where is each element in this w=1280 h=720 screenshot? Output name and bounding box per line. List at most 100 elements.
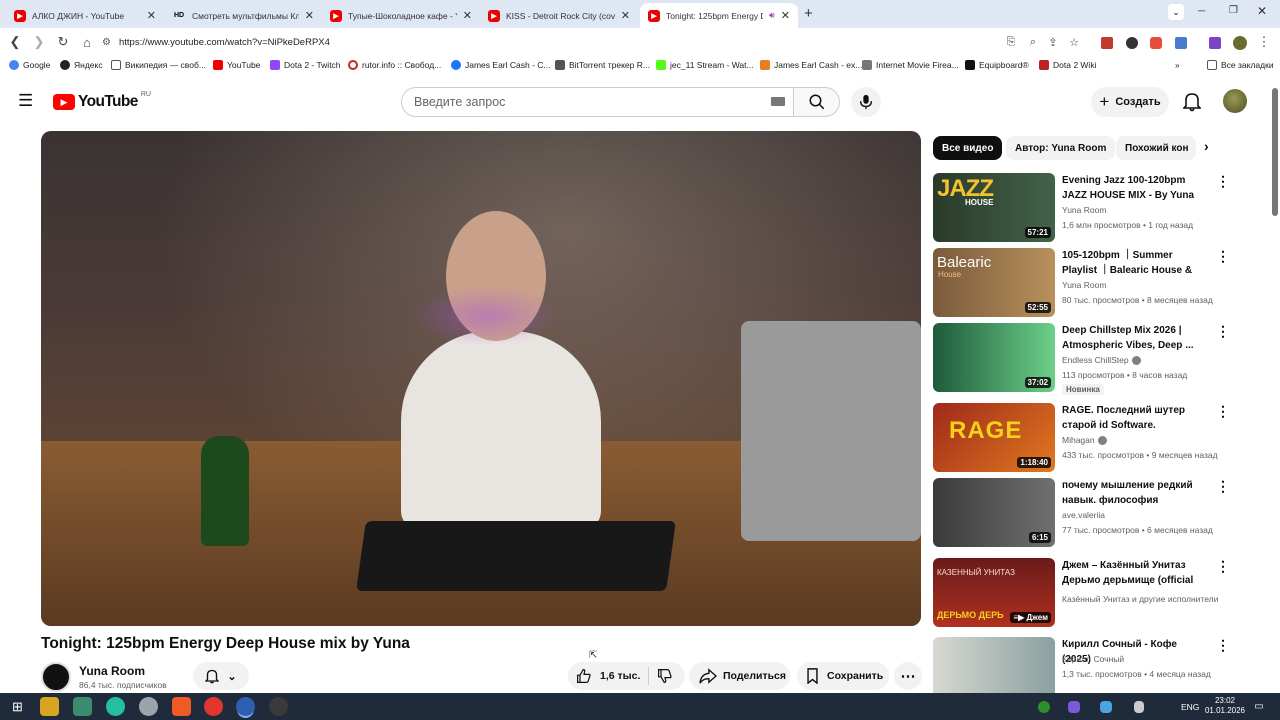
bookmark-item[interactable]: Internet Movie Firea... — [862, 60, 959, 70]
search-button[interactable] — [794, 87, 840, 117]
windows-start-icon[interactable]: ⊞ — [8, 697, 27, 716]
vivaldi-icon[interactable] — [204, 697, 223, 716]
channel-name[interactable]: Yuna Room — [79, 664, 145, 678]
recommendation-item[interactable]: 37:02 Deep Chillstep Mix 2026 | Atmosphe… — [933, 323, 1273, 395]
bookmark-item[interactable]: Google — [9, 60, 50, 70]
recommendation-item[interactable]: КАЗЕННЫЙ УНИТАЗ ДЕРЬМО ДЕРЬ ≡▶ Джем Джем… — [933, 558, 1273, 628]
thumbnail[interactable]: Balearic House 52:55 — [933, 248, 1055, 317]
recommendation-item[interactable]: RAGE 1:18:40 RAGE. Последний шутер старо… — [933, 403, 1273, 473]
share-icon[interactable]: ⇪ — [1046, 28, 1060, 56]
save-button[interactable]: Сохранить — [797, 662, 889, 690]
back-icon[interactable]: ❮ — [6, 28, 24, 56]
channel-avatar[interactable] — [41, 662, 71, 692]
bookmark-item[interactable]: Википедия — своб... — [111, 60, 206, 70]
brave-icon[interactable] — [172, 697, 191, 716]
zoom-icon[interactable]: ⌕ — [1026, 28, 1040, 56]
thumbnail[interactable]: JAZZ HOUSE 57:21 — [933, 173, 1055, 242]
bookmark-item[interactable]: jec_11 Stream - Wat... — [656, 60, 754, 70]
recommendation-item[interactable]: 6:15 почему мышление редкий навык. филос… — [933, 478, 1273, 548]
more-vert-icon[interactable]: ⋮ — [1216, 638, 1230, 652]
bookmark-item[interactable]: Яндекс — [60, 60, 103, 70]
recommendation-item[interactable]: Balearic House 52:55 105-120bpm ｜Summer … — [933, 248, 1273, 318]
profile-avatar[interactable] — [1233, 36, 1247, 50]
media-icon[interactable] — [1209, 37, 1221, 49]
page-scrollbar[interactable] — [1272, 88, 1278, 216]
dislike-button[interactable] — [657, 668, 673, 687]
more-vert-icon[interactable]: ⋮ — [1216, 174, 1230, 188]
chrome-icon[interactable] — [236, 697, 255, 716]
thumbnail[interactable]: КАЗЕННЫЙ УНИТАЗ ДЕРЬМО ДЕРЬ ≡▶ Джем — [933, 558, 1055, 627]
more-vert-icon[interactable]: ⋮ — [1216, 249, 1230, 263]
bookmark-item[interactable]: James Earl Cash - ex... — [760, 60, 862, 70]
thumbnail[interactable] — [933, 637, 1055, 693]
clock-date[interactable]: 01.01.2026 — [1202, 706, 1248, 715]
thumbnail[interactable]: RAGE 1:18:40 — [933, 403, 1055, 472]
bookmarks-more-button[interactable]: » — [1175, 60, 1180, 70]
extension-icon[interactable] — [1150, 37, 1162, 49]
chip-author[interactable]: Автор: Yuna Room — [1006, 136, 1116, 160]
voice-search-button[interactable] — [851, 87, 881, 117]
more-vert-icon[interactable]: ⋮ — [1216, 559, 1230, 573]
keyboard-icon[interactable] — [771, 97, 785, 106]
tiktok-icon[interactable] — [106, 697, 125, 716]
recommendation-item[interactable]: Кирилл Сочный - Кофе (2025) Кирилл Сочны… — [933, 637, 1273, 693]
bookmark-item[interactable]: Dota 2 - Twitch — [270, 60, 341, 70]
tab-3[interactable]: ▶ Тупые-Шоколадное кафе - Yo ✕ — [322, 3, 480, 28]
close-icon[interactable]: ✕ — [463, 9, 472, 22]
more-actions-icon[interactable]: ⋯ — [894, 662, 922, 690]
bookmark-item[interactable]: Equipboard® — [965, 60, 1029, 70]
menu-dots-icon[interactable]: ⋮ — [1257, 28, 1271, 56]
tab-1[interactable]: ▶ АЛКО ДЖИН - YouTube ✕ — [6, 3, 164, 28]
tray-icon[interactable] — [1068, 701, 1080, 713]
minimize-icon[interactable]: ─ — [1198, 6, 1205, 17]
install-icon[interactable]: ⎘ — [1004, 28, 1018, 56]
more-vert-icon[interactable]: ⋮ — [1216, 404, 1230, 418]
close-icon[interactable]: ✕ — [305, 9, 314, 22]
tab-5-active[interactable]: ▶ Tonight: 125bpm Energy D 🔊︎ ✕ — [640, 3, 798, 28]
bookmark-item[interactable]: James Earl Cash - C... — [451, 60, 551, 70]
notification-center-icon[interactable]: ▭ — [1252, 697, 1266, 716]
tray-icon[interactable] — [1134, 701, 1144, 713]
more-vert-icon[interactable]: ⋮ — [1216, 479, 1230, 493]
like-button[interactable]: 1,6 тыс. — [576, 668, 640, 684]
share-button[interactable]: Поделиться — [689, 662, 790, 690]
extensions-puzzle-icon[interactable] — [1175, 37, 1187, 49]
tray-icon[interactable] — [1038, 701, 1050, 713]
thumbnail[interactable]: 6:15 — [933, 478, 1055, 547]
reload-icon[interactable]: ↻ — [54, 28, 72, 56]
bookmark-item[interactable]: Dota 2 Wiki — [1039, 60, 1096, 70]
close-icon[interactable]: ✕ — [781, 9, 790, 22]
tab-4[interactable]: ▶ KISS - Detroit Rock City (cover ✕ — [480, 3, 638, 28]
chevron-right-icon[interactable]: › — [1204, 138, 1209, 154]
forward-icon[interactable]: ❯ — [30, 28, 48, 56]
tab-2[interactable]: HD Смотреть мультфильмы Клаус ✕ — [164, 3, 322, 28]
new-tab-button[interactable]: + — [804, 5, 813, 22]
subscribed-button[interactable]: ⌄ — [193, 662, 249, 690]
clock-time[interactable]: 23:02 — [1205, 696, 1245, 705]
thumbnail[interactable]: 37:02 — [933, 323, 1055, 392]
search-input[interactable]: Введите запрос — [401, 87, 794, 117]
bookmark-star-icon[interactable]: ☆ — [1067, 28, 1081, 56]
site-info-icon[interactable]: ⚙ — [102, 37, 111, 48]
create-button[interactable]: + Создать — [1091, 87, 1169, 117]
keyboard-language[interactable]: ENG — [1181, 702, 1199, 712]
file-explorer-icon[interactable] — [40, 697, 59, 716]
url-field[interactable]: ⚙ https://www.youtube.com/watch?v=NiPkeD… — [102, 32, 1002, 52]
notifications-button[interactable] — [1182, 92, 1202, 117]
chip-all-videos[interactable]: Все видео — [933, 136, 1003, 160]
close-icon[interactable]: ✕ — [147, 9, 156, 22]
steam-icon[interactable] — [269, 697, 288, 716]
account-avatar[interactable] — [1223, 89, 1247, 113]
window-close-icon[interactable]: ✕ — [1257, 4, 1267, 18]
tray-icon[interactable] — [1100, 701, 1112, 713]
speaker-icon[interactable]: 🔊︎ — [769, 10, 775, 21]
close-icon[interactable]: ✕ — [621, 9, 630, 22]
youtube-logo[interactable]: ▶ YouTube RU — [53, 91, 151, 111]
recommendation-item[interactable]: JAZZ HOUSE 57:21 Evening Jazz 100-120bpm… — [933, 173, 1273, 243]
extension-icon[interactable] — [1101, 37, 1113, 49]
bookmark-item[interactable]: rutor.info :: Свобод... — [348, 60, 441, 70]
hamburger-menu-icon[interactable]: ☰ — [18, 92, 33, 109]
more-vert-icon[interactable]: ⋮ — [1216, 324, 1230, 338]
video-player[interactable] — [41, 131, 921, 626]
home-icon[interactable]: ⌂ — [78, 28, 96, 56]
